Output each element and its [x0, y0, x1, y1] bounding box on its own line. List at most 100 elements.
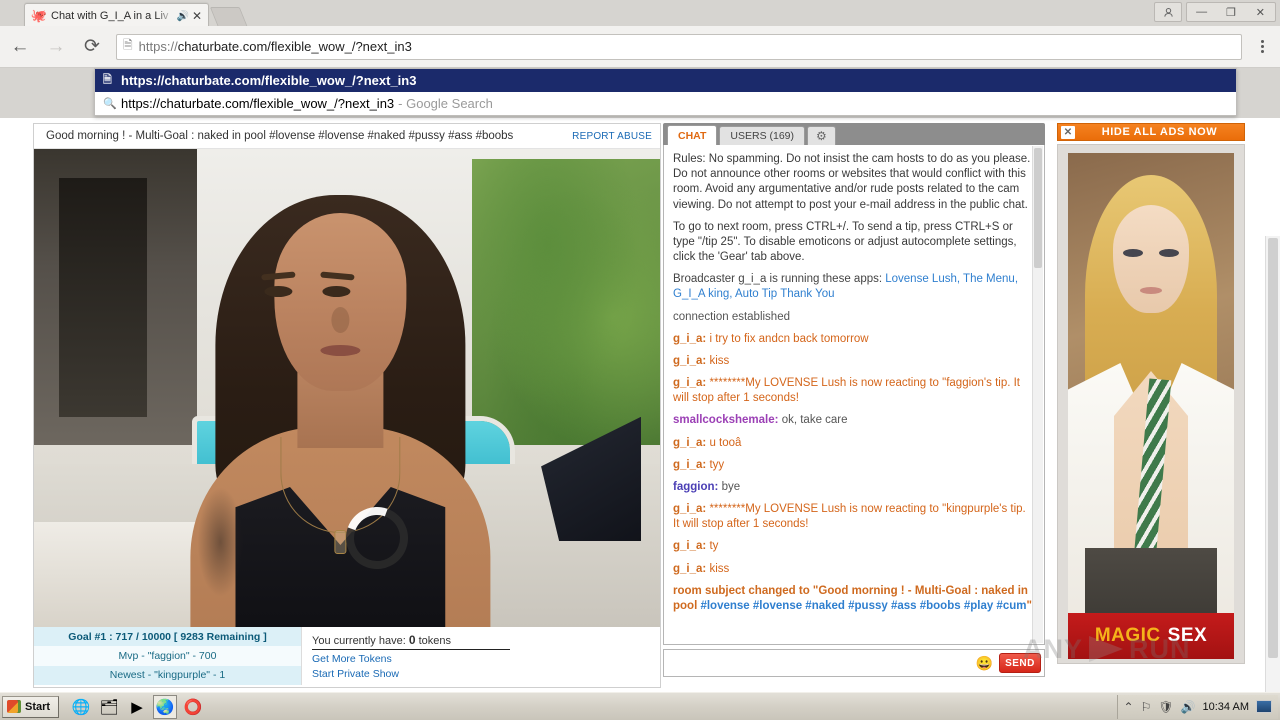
gear-icon[interactable]: ⚙ — [807, 126, 836, 145]
profile-button[interactable] — [1154, 2, 1182, 22]
send-message-button[interactable]: SEND — [999, 653, 1041, 673]
chat-text: kiss — [709, 562, 730, 575]
close-icon[interactable]: ✕ — [1061, 125, 1075, 139]
volume-icon[interactable]: 🔊 — [1181, 700, 1196, 714]
document-icon: 🗎 — [103, 74, 112, 86]
quick-launch-bar: 🌐 🗂 ▶ 🌏 ⭕ — [69, 694, 205, 719]
minimize-icon[interactable]: — — [1187, 6, 1216, 18]
omnibox-suggestion-search[interactable]: 🔍 https://chaturbate.com/flexible_wow_/?… — [95, 92, 1236, 115]
browser-menu-icon[interactable] — [1248, 31, 1276, 63]
forward-icon: → — [46, 35, 66, 57]
chat-message: g_i_a: ty — [673, 540, 719, 553]
chat-scrollbar-thumb[interactable] — [1034, 148, 1042, 268]
tip-panel: You currently have: 0 tokens Get More To… — [302, 627, 790, 685]
start-private-show-link[interactable]: Start Private Show — [312, 668, 652, 680]
show-hidden-icons-icon[interactable]: ⌃ — [1124, 700, 1134, 714]
emoji-icon[interactable]: 😀 — [976, 656, 993, 670]
chat-connection-status: connection established — [673, 310, 790, 323]
cam-scene — [34, 149, 660, 627]
maximize-icon[interactable]: ❐ — [1216, 6, 1245, 19]
hide-ads-bar[interactable]: ✕ HIDE ALL ADS NOW — [1057, 123, 1245, 141]
token-balance-value: 0 — [408, 633, 416, 647]
hide-ads-label[interactable]: HIDE ALL ADS NOW — [1075, 126, 1244, 138]
chat-message-list[interactable]: Rules: No spamming. Do not insist the ca… — [663, 145, 1045, 645]
chat-username[interactable]: g_i_a — [673, 355, 702, 367]
page-content: Good morning ! - Multi-Goal : naked in p… — [0, 118, 1280, 720]
page-scrollbar[interactable]: ▲ ▼ — [1265, 236, 1280, 720]
address-bar[interactable]: 🗎 https://chaturbate.com/flexible_wow_/?… — [116, 33, 1242, 60]
opera-icon[interactable]: ⭕ — [181, 695, 205, 719]
chat-username[interactable]: g_i_a — [673, 437, 702, 449]
chat-howto: To go to next room, press CTRL+/. To sen… — [673, 220, 1017, 264]
chat-text: kiss — [709, 354, 730, 367]
chat-username[interactable]: g_i_a — [673, 459, 702, 471]
chat-username[interactable]: g_i_a — [673, 563, 702, 575]
file-explorer-icon[interactable]: 🗂 — [97, 695, 121, 719]
show-desktop-button[interactable] — [1256, 700, 1272, 713]
chat-username[interactable]: g_i_a — [673, 377, 702, 389]
reload-icon[interactable]: ⟳ — [76, 31, 108, 63]
chat-text: ty — [709, 540, 719, 553]
chrome-icon[interactable]: 🌏 — [153, 694, 178, 719]
site-favicon: 🐙 — [30, 8, 48, 23]
new-tab-button[interactable] — [209, 7, 249, 28]
clock[interactable]: 10:34 AM — [1203, 701, 1249, 713]
chat-username[interactable]: faggion — [673, 481, 715, 493]
goal-tip-bar: Goal #1 : 717 / 10000 [ 9283 Remaining ]… — [34, 627, 790, 685]
security-shield-icon[interactable]: 🛡 — [1158, 700, 1173, 714]
media-player-icon[interactable]: ▶ — [125, 695, 149, 719]
chat-username[interactable]: g_i_a — [673, 503, 702, 515]
address-bar-text: https://chaturbate.com/flexible_wow_/?ne… — [139, 39, 412, 54]
ad-artwork — [1068, 153, 1234, 638]
tab-users[interactable]: USERS (169) — [719, 126, 805, 145]
performer-tattoo — [197, 487, 244, 597]
performer-pendant — [334, 530, 347, 554]
ad-banner[interactable]: MAGIC SEX — [1068, 613, 1234, 659]
cam-performer — [175, 187, 505, 627]
video-player[interactable] — [34, 149, 660, 627]
chat-input-row[interactable]: 😀 SEND — [663, 649, 1045, 677]
chat-username[interactable]: g_i_a — [673, 333, 702, 345]
chat-username[interactable]: smallcockshemale — [673, 414, 775, 426]
system-tray: ⌃ ⚐ 🛡 🔊 10:34 AM — [1116, 694, 1278, 719]
performer-eye-right — [322, 286, 351, 297]
browser-tab[interactable]: 🐙 Chat with G_I_A in a Liv 🔊 ✕ — [24, 3, 209, 28]
chat-message: g_i_a: kiss — [673, 562, 730, 575]
start-button-label: Start — [25, 700, 51, 713]
url-rest: chaturbate.com/flexible_wow_/?next_in3 — [177, 39, 412, 54]
url-scheme: https:// — [138, 39, 178, 54]
ad-frame[interactable]: MAGIC SEX — [1057, 144, 1245, 664]
chat-username[interactable]: g_i_a — [673, 540, 702, 552]
chat-message: smallcockshemale: ok, take care — [673, 414, 848, 427]
token-balance: You currently have: 0 tokens — [312, 633, 510, 650]
omnibox-suggestion-url[interactable]: 🗎 https://chaturbate.com/flexible_wow_/?… — [95, 69, 1236, 92]
close-window-icon[interactable]: ✕ — [1246, 6, 1275, 19]
goal-panel: Goal #1 : 717 / 10000 [ 9283 Remaining ]… — [34, 627, 302, 685]
chat-text: i try to fix andcn back tomorrow — [709, 332, 869, 345]
start-button[interactable]: Start — [2, 695, 60, 718]
chat-text: ********My LOVENSE Lush is now reacting … — [673, 377, 1020, 405]
performer-face — [274, 213, 407, 391]
chat-subject-change: room subject changed to "Good morning ! … — [673, 584, 1034, 615]
tab-close-icon[interactable]: ✕ — [192, 10, 204, 22]
chat-apps-line: Broadcaster g_i_a is running these apps:… — [673, 272, 1034, 302]
chat-message: g_i_a: kiss — [673, 354, 730, 367]
performer-mouth — [320, 345, 361, 356]
chat-input[interactable] — [670, 652, 970, 674]
chat-scrollbar[interactable] — [1032, 146, 1043, 643]
browser-titlebar: 🐙 Chat with G_I_A in a Liv 🔊 ✕ — ❐ ✕ — [0, 0, 1280, 28]
page-scrollbar-thumb[interactable] — [1268, 238, 1278, 658]
tab-title: Chat with G_I_A in a Liv — [51, 10, 169, 22]
page-info-icon[interactable]: 🗎 — [123, 36, 133, 57]
report-abuse-link[interactable]: REPORT ABUSE — [572, 131, 652, 142]
flag-icon[interactable]: ⚐ — [1141, 700, 1152, 714]
get-more-tokens-link[interactable]: Get More Tokens — [312, 653, 652, 665]
window-button-group: — ❐ ✕ — [1186, 2, 1276, 22]
tab-chat[interactable]: CHAT — [667, 125, 718, 145]
tab-audio-icon[interactable]: 🔊 — [177, 11, 189, 22]
back-icon[interactable]: ← — [4, 31, 36, 63]
internet-explorer-icon[interactable]: 🌐 — [69, 695, 93, 719]
chat-column: CHAT USERS (169) ⚙ Rules: No spamming. D… — [663, 123, 1045, 688]
performer-nose — [331, 307, 350, 333]
video-column: Good morning ! - Multi-Goal : naked in p… — [33, 123, 790, 688]
